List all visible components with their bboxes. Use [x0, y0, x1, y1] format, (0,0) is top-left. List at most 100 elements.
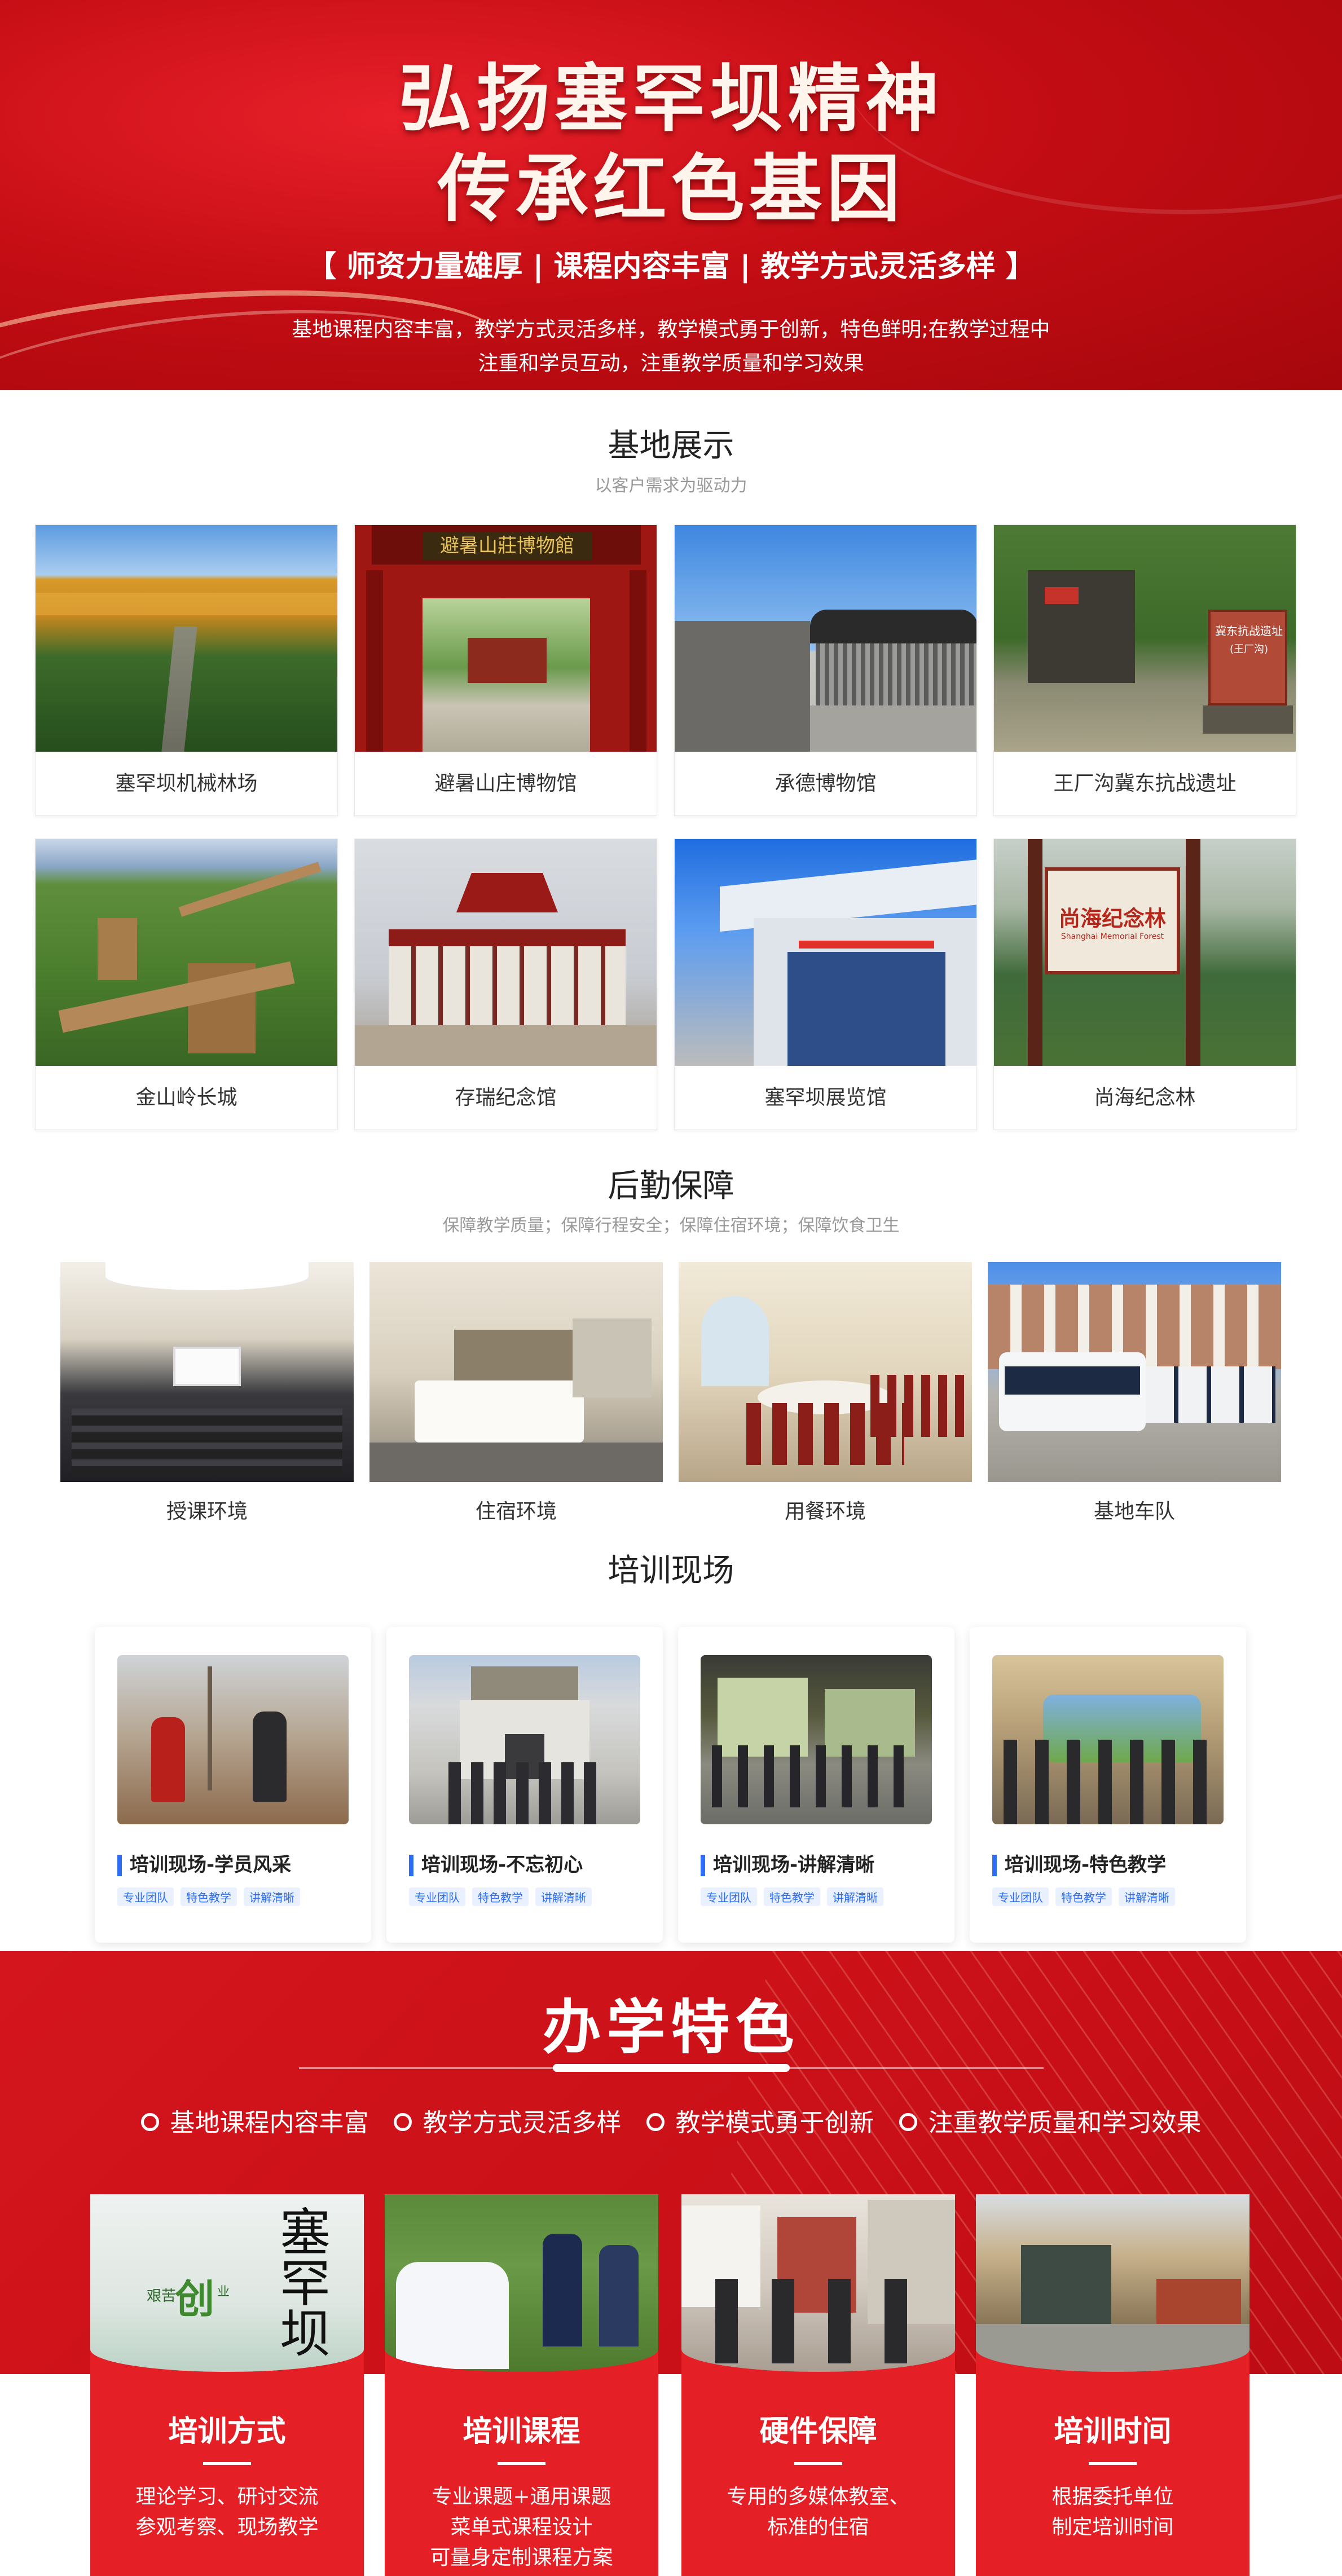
- base-card-jinshanling-wall[interactable]: 金山岭长城: [35, 839, 338, 1130]
- tag: 讲解清晰: [827, 1887, 883, 1906]
- base-section-subtitle: 以客户需求为驱动力: [595, 476, 747, 496]
- base-card-saihanba-exhibition[interactable]: 塞罕坝展览馆: [674, 839, 977, 1130]
- ruin-plaque: 冀东抗战遗址: [1215, 624, 1283, 638]
- exhibit-hall-photo: [701, 1655, 932, 1824]
- tag: 讲解清晰: [244, 1887, 300, 1906]
- training-card-trainee-style[interactable]: 培训现场-学员风采 专业团队 特色教学 讲解清晰: [95, 1627, 371, 1943]
- museum-gate-photo: 避暑山莊博物館: [355, 525, 657, 752]
- desc-line: 制定培训时间: [1051, 2516, 1174, 2539]
- logistics-section-subtitle: 保障教学质量；保障行程安全；保障住宿环境；保障饮食卫生: [442, 1216, 900, 1236]
- forest-sign: 尚海纪念林: [1058, 906, 1166, 931]
- hero-desc-line1: 基地课程内容丰富，教学方式灵活多样，教学模式勇于创新，特色鲜明;在教学过程中: [292, 318, 1050, 341]
- training-card-original-aspiration[interactable]: 培训现场-不忘初心 专业团队 特色教学 讲解清晰: [386, 1627, 663, 1943]
- desc-line: 根据委托单位: [1051, 2485, 1174, 2508]
- feature-card-training-time[interactable]: 培训时间 根据委托单位 制定培训时间: [976, 2194, 1249, 2576]
- base-card-mountain-resort-museum[interactable]: 避暑山莊博物館 避暑山庄博物馆: [354, 524, 657, 816]
- classroom-photo: [60, 1262, 354, 1482]
- base-card-chengde-museum[interactable]: 承德博物馆: [674, 524, 977, 816]
- feature-card-training-method[interactable]: 塞罕坝 艰苦 创 业 培训方式 理论学习、研讨交流 参观考察、现场教学: [90, 2194, 364, 2576]
- tag: 专业团队: [409, 1887, 465, 1906]
- panorama-screen-photo: [992, 1655, 1224, 1824]
- logistics-card-dining[interactable]: 用餐环境: [679, 1262, 972, 1541]
- group-at-building-photo: [409, 1655, 640, 1824]
- feature-card-training-courses[interactable]: 培训课程 专业课题+通用课题 菜单式课程设计 可量身定制课程方案: [385, 2194, 658, 2576]
- feature-point: 注重教学质量和学习效果: [899, 2102, 1202, 2138]
- exhibition-hall-photo: [675, 839, 976, 1066]
- base-card-cunrui-memorial[interactable]: 存瑞纪念馆: [354, 839, 657, 1130]
- tag-list: 专业团队 特色教学 讲解清晰: [409, 1887, 599, 1906]
- poster-text: 业: [217, 2285, 230, 2299]
- tree-planting-photo: [117, 1655, 349, 1824]
- training-card-title: 培训现场-讲解清晰: [701, 1852, 943, 1877]
- cunrui-memorial-photo: [355, 839, 657, 1066]
- tag-list: 专业团队 特色教学 讲解清晰: [992, 1887, 1182, 1906]
- feature-card-desc: 专业课题+通用课题 菜单式课程设计 可量身定制课程方案: [385, 2482, 658, 2573]
- logistics-card-classroom[interactable]: 授课环境: [60, 1262, 354, 1541]
- feature-card-rule: [203, 2462, 251, 2465]
- hero-title-line2: 传承红色基因: [437, 145, 905, 232]
- tag: 专业团队: [117, 1887, 174, 1906]
- museum-interior-photo: [681, 2194, 955, 2372]
- hero-desc-line2: 注重和学员互动，注重教学质量和学习效果: [478, 352, 864, 375]
- tag-list: 专业团队 特色教学 讲解清晰: [701, 1887, 890, 1906]
- hotel-room-photo: [369, 1262, 663, 1482]
- card-label: 住宿环境: [475, 1500, 557, 1523]
- training-card-title: 培训现场-学员风采: [117, 1852, 360, 1877]
- desc-line: 专用的多媒体教室、: [727, 2485, 910, 2508]
- training-card-featured-teaching[interactable]: 培训现场-特色教学 专业团队 特色教学 讲解清晰: [970, 1627, 1246, 1943]
- memorial-forest-photo: 尚海纪念林 Shanghai Memorial Forest: [994, 839, 1296, 1066]
- logistics-card-lodging[interactable]: 住宿环境: [369, 1262, 663, 1541]
- feature-card-desc: 专用的多媒体教室、 标准的住宿: [681, 2482, 955, 2543]
- tag-list: 专业团队 特色教学 讲解清晰: [117, 1887, 307, 1906]
- feature-card-rule: [794, 2462, 842, 2465]
- tag: 专业团队: [992, 1887, 1049, 1906]
- card-label: 基地车队: [1093, 1500, 1175, 1523]
- desc-line: 可量身定制课程方案: [430, 2546, 613, 2569]
- desc-line: 理论学习、研讨交流: [135, 2485, 319, 2508]
- card-label: 用餐环境: [784, 1500, 866, 1523]
- card-label: 塞罕坝展览馆: [764, 1086, 887, 1109]
- poster-photo: 塞罕坝 艰苦 创 业: [90, 2194, 364, 2372]
- great-wall-photo: [36, 839, 337, 1066]
- hero-tagline: 【 师资力量雄厚 | 课程内容丰富 | 教学方式灵活多样 】: [307, 250, 1035, 284]
- tag: 讲解清晰: [1119, 1887, 1175, 1906]
- bus-fleet-photo: [988, 1262, 1281, 1482]
- feature-card-title: 培训方式: [168, 2415, 286, 2449]
- desc-line: 标准的住宿: [767, 2516, 869, 2539]
- feature-card-title: 硬件保障: [759, 2415, 877, 2449]
- chengde-museum-photo: [675, 525, 976, 752]
- base-section-title: 基地展示: [608, 427, 734, 464]
- forest-photo: [36, 525, 337, 752]
- poster-calligraphy: 塞罕坝: [271, 2206, 330, 2358]
- ruins-photo: 冀东抗战遗址 (王厂沟): [994, 525, 1296, 752]
- training-card-clear-explanation[interactable]: 培训现场-讲解清晰 专业团队 特色教学 讲解清晰: [678, 1627, 954, 1943]
- feature-card-rule: [1089, 2462, 1137, 2465]
- card-label: 王厂沟冀东抗战遗址: [1053, 772, 1237, 795]
- feature-point: 教学模式勇于创新: [646, 2102, 874, 2138]
- feature-card-desc: 理论学习、研讨交流 参观考察、现场教学: [90, 2482, 364, 2543]
- training-card-title: 培训现场-特色教学: [992, 1852, 1235, 1877]
- logistics-section-title: 后勤保障: [608, 1168, 734, 1205]
- tag: 特色教学: [472, 1887, 529, 1906]
- field-work-photo: [385, 2194, 658, 2372]
- base-card-forest[interactable]: 塞罕坝机械林场: [35, 524, 338, 816]
- ruin-plaque-sub: (王厂沟): [1229, 643, 1269, 655]
- desc-line: 菜单式课程设计: [450, 2516, 593, 2539]
- base-card-wangchanggou-ruins[interactable]: 冀东抗战遗址 (王厂沟) 王厂沟冀东抗战遗址: [993, 524, 1296, 816]
- feature-card-hardware[interactable]: 硬件保障 专用的多媒体教室、 标准的住宿: [681, 2194, 955, 2576]
- training-section-title: 培训现场: [608, 1552, 734, 1589]
- card-label: 授课环境: [166, 1500, 248, 1523]
- title-divider-highlight: [553, 2064, 790, 2072]
- museum-plaque: 避暑山莊博物館: [423, 532, 592, 560]
- base-card-shanghai-memorial-forest[interactable]: 尚海纪念林 Shanghai Memorial Forest 尚海纪念林: [993, 839, 1296, 1130]
- card-label: 金山岭长城: [135, 1086, 237, 1109]
- feature-points: 基地课程内容丰富 教学方式灵活多样 教学模式勇于创新 注重教学质量和学习效果: [0, 2102, 1342, 2138]
- forest-sign-en: Shanghai Memorial Forest: [1061, 932, 1164, 941]
- dining-room-photo: [679, 1262, 972, 1482]
- tag: 特色教学: [1055, 1887, 1112, 1906]
- logistics-card-fleet[interactable]: 基地车队: [988, 1262, 1281, 1541]
- tag: 专业团队: [701, 1887, 757, 1906]
- feature-card-rule: [498, 2462, 545, 2465]
- tag: 讲解清晰: [535, 1887, 592, 1906]
- feature-card-desc: 根据委托单位 制定培训时间: [976, 2482, 1249, 2543]
